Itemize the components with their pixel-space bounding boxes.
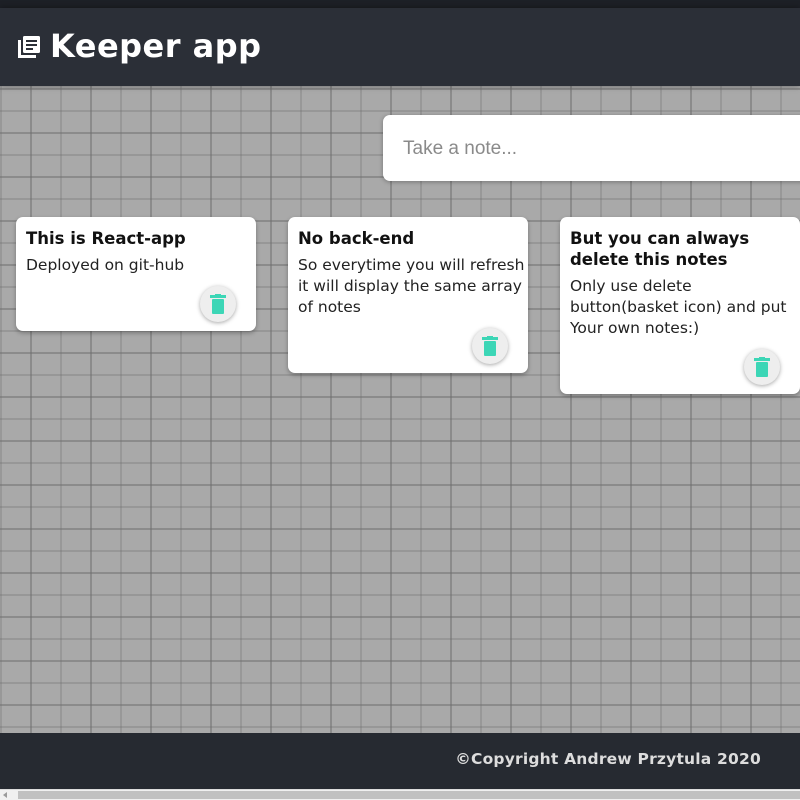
notes-icon <box>18 36 40 58</box>
note-card: This is React-app Deployed on git-hub <box>16 217 256 331</box>
horizontal-scrollbar[interactable] <box>0 789 800 800</box>
scrollbar-thumb[interactable] <box>18 791 800 799</box>
app-title: Keeper app <box>50 27 262 65</box>
note-card: No back-end So everytime you will refres… <box>288 217 528 373</box>
app-header: Keeper app <box>0 8 800 86</box>
delete-button[interactable] <box>744 349 780 385</box>
delete-button[interactable] <box>472 328 508 364</box>
note-input[interactable] <box>401 133 785 165</box>
scroll-left-arrow-icon[interactable] <box>3 792 7 798</box>
copyright-text: ©Copyright Andrew Przytula 2020 <box>455 750 761 768</box>
note-title: This is React-app <box>26 229 186 248</box>
note-content: Deployed on git-hub <box>26 256 185 274</box>
note-title: But you can always delete this notes <box>570 229 750 269</box>
note-title: No back-end <box>298 229 415 248</box>
app-footer: ©Copyright Andrew Przytula 2020 <box>0 733 800 789</box>
window-top-bar <box>0 0 800 8</box>
note-content: So everytime you will refresh it will di… <box>298 256 525 316</box>
note-card: But you can always delete this notes Onl… <box>560 217 800 394</box>
create-note-form <box>383 115 800 181</box>
delete-button[interactable] <box>200 286 236 322</box>
note-content: Only use delete button(basket icon) and … <box>570 277 787 337</box>
